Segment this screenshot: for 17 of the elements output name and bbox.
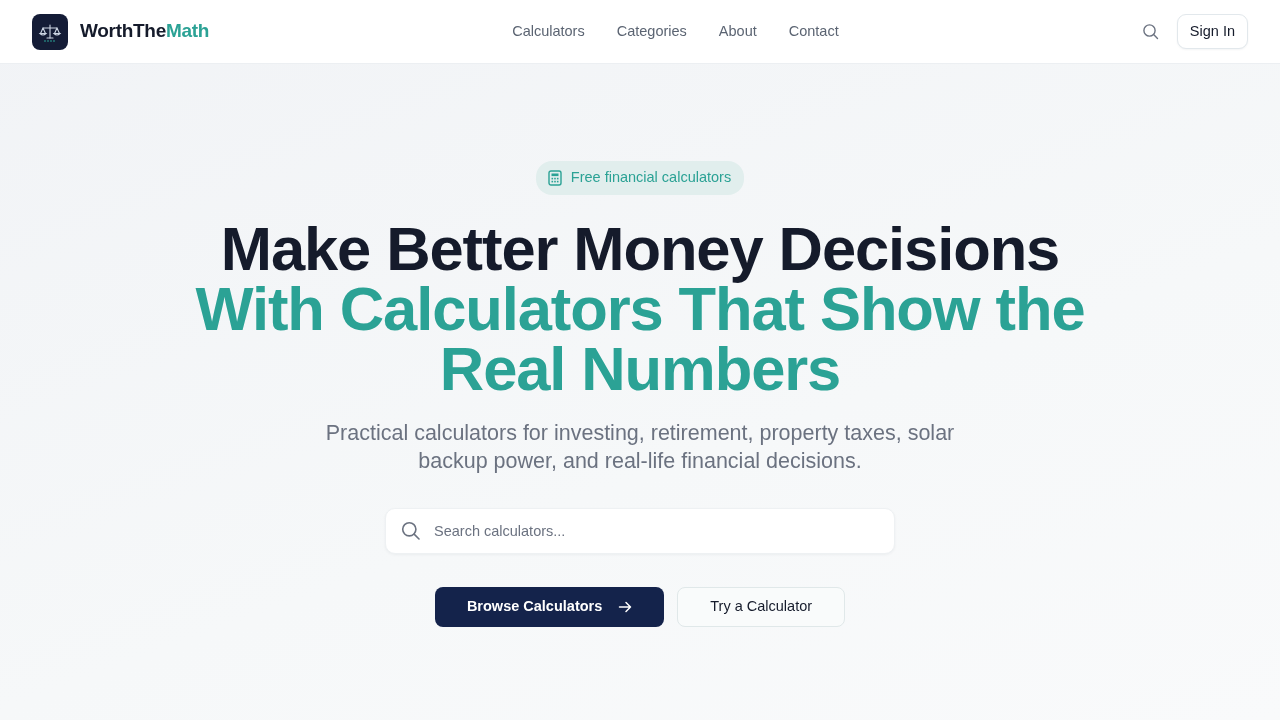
browse-calculators-button[interactable]: Browse Calculators: [434, 586, 665, 627]
scales-logo-icon[interactable]: [32, 13, 68, 50]
nav-link[interactable]: Calculators: [512, 16, 585, 47]
nav-link[interactable]: Categories: [616, 16, 687, 47]
nav-link[interactable]: About: [718, 16, 757, 47]
search-field[interactable]: Search calculators...: [385, 507, 895, 554]
badge-label: Free financial calculators: [570, 168, 732, 187]
hero-subtitle: Practical calculators for investing, retirement, property taxes, solar backup power, and real-life financial decisions.: [324, 419, 956, 475]
sign-in-button[interactable]: Sign In: [1176, 13, 1248, 50]
search-icon: [401, 520, 420, 540]
hero-heading: Make Better Money Decisions With Calculators That Show the Real Numbers: [194, 218, 1086, 399]
calculator-icon: [547, 169, 562, 186]
try-calculator-button[interactable]: Try a Calculator: [677, 586, 846, 627]
nav-link[interactable]: Contact: [788, 16, 839, 47]
brand-name[interactable]: WorthTheMath: [80, 17, 210, 46]
arrow-right-icon: [618, 599, 633, 614]
search-icon[interactable]: [1141, 23, 1159, 40]
